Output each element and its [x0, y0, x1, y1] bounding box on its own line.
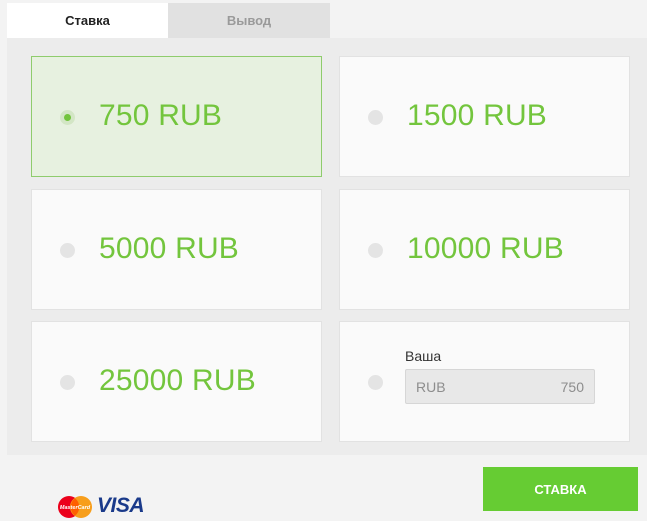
amount-label: 25000 RUB — [99, 364, 256, 397]
amount-option-10000[interactable]: 10000 RUB — [339, 189, 630, 310]
amount-label: 1500 RUB — [407, 99, 548, 132]
amount-option-25000[interactable]: 25000 RUB — [31, 321, 322, 442]
submit-bet-button[interactable]: СТАВКА — [483, 467, 638, 511]
bet-page: Ставка Вывод 750 RUB 1500 RUB 5000 RUB 1… — [0, 0, 647, 521]
radio-icon[interactable] — [368, 243, 383, 258]
tab-withdraw-label: Вывод — [226, 13, 272, 28]
custom-currency: RUB — [416, 378, 446, 395]
tab-bet-label: Ставка — [65, 13, 110, 28]
visa-logo: VISA — [97, 494, 145, 517]
amount-option-5000[interactable]: 5000 RUB — [31, 189, 322, 310]
tab-withdraw[interactable]: Вывод — [168, 3, 330, 38]
radio-icon[interactable] — [368, 110, 383, 125]
radio-icon[interactable] — [368, 375, 383, 390]
radio-selected-icon[interactable] — [60, 110, 75, 125]
tabs: Ставка Вывод — [7, 3, 330, 38]
mastercard-text: MasterCard — [60, 505, 91, 511]
custom-amount-input[interactable]: RUB 750 — [405, 369, 595, 404]
mastercard-icon: MasterCard — [58, 496, 92, 518]
amount-option-1500[interactable]: 1500 RUB — [339, 56, 630, 177]
amount-option-750[interactable]: 750 RUB — [31, 56, 322, 177]
tab-bet[interactable]: Ставка — [7, 3, 168, 38]
amount-label: 10000 RUB — [407, 232, 564, 265]
bet-panel: 750 RUB 1500 RUB 5000 RUB 10000 RUB 2500… — [7, 38, 647, 455]
payment-logos: MasterCard VISA — [57, 494, 147, 520]
custom-value: 750 — [560, 378, 584, 395]
radio-icon[interactable] — [60, 243, 75, 258]
amount-label: 5000 RUB — [99, 232, 240, 265]
radio-icon[interactable] — [60, 375, 75, 390]
amount-label: 750 RUB — [99, 99, 223, 132]
